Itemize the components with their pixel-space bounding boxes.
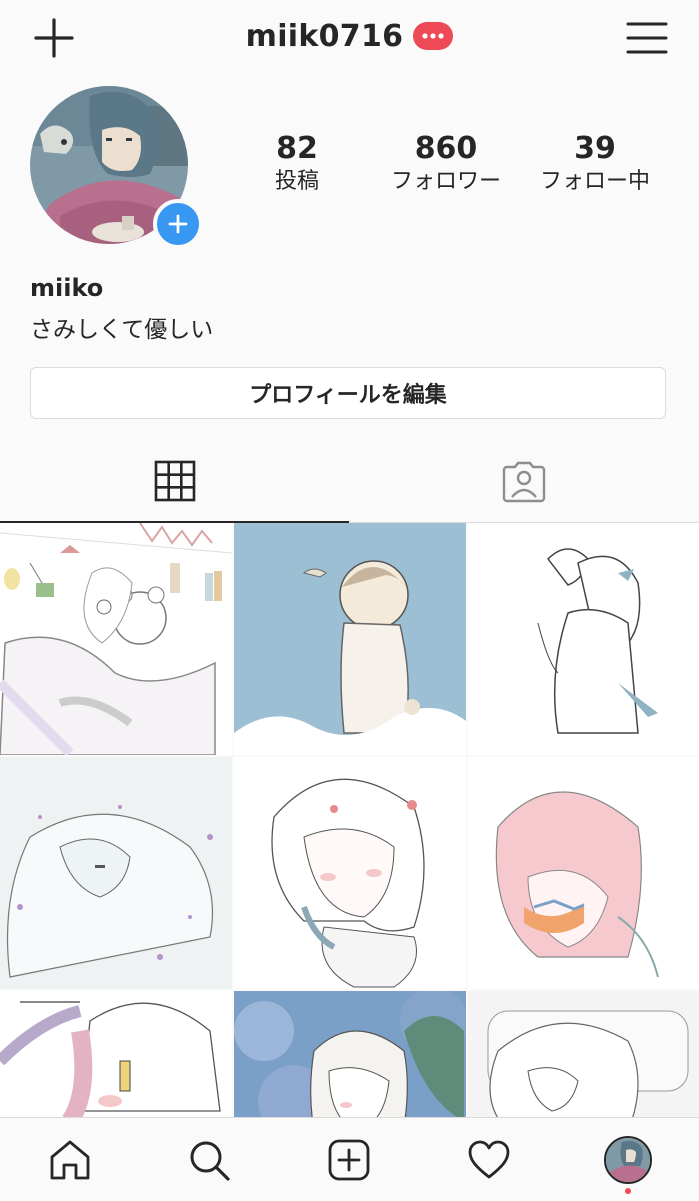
grid-post[interactable]: [234, 523, 466, 755]
nav-new-post[interactable]: [319, 1130, 379, 1190]
grid-post[interactable]: [234, 991, 466, 1118]
plus-icon: [168, 214, 188, 234]
grid-post[interactable]: [468, 523, 699, 755]
nav-profile[interactable]: [598, 1130, 658, 1194]
more-dots-icon: [422, 33, 444, 39]
profile-avatar-wrap[interactable]: [30, 86, 203, 249]
post-thumbnail: [0, 523, 232, 755]
stat-followers-value: 860: [414, 131, 478, 166]
grid-icon: [154, 460, 195, 502]
tagged-person-icon: [502, 461, 545, 503]
post-thumbnail: [234, 991, 466, 1118]
grid-post[interactable]: [0, 757, 232, 989]
profile-tabs: [0, 440, 699, 523]
avatar-mini: [606, 1138, 650, 1182]
grid-post[interactable]: [234, 757, 466, 989]
add-story-button[interactable]: [153, 199, 203, 249]
nav-search[interactable]: [179, 1130, 239, 1190]
stat-followers[interactable]: 860 フォロワー: [371, 130, 521, 196]
tab-grid[interactable]: [0, 440, 349, 523]
stat-followers-label: フォロワー: [390, 169, 501, 194]
notification-badge: [413, 22, 454, 50]
account-switcher[interactable]: miik0716: [0, 16, 699, 56]
edit-profile-button[interactable]: プロフィールを編集: [30, 367, 666, 419]
profile-notification-dot: [625, 1188, 631, 1194]
tab-tagged[interactable]: [349, 440, 698, 522]
stat-posts-value: 82: [276, 131, 318, 166]
post-thumbnail: [468, 523, 699, 755]
nav-home[interactable]: [40, 1130, 100, 1190]
stat-following-label: フォロー中: [539, 169, 650, 194]
grid-post[interactable]: [0, 991, 232, 1118]
profile-avatar-icon: [604, 1136, 652, 1184]
grid-post[interactable]: [468, 757, 699, 989]
new-post-icon: [328, 1139, 370, 1181]
profile-bio: さみしくて優しい: [30, 317, 214, 343]
stat-following[interactable]: 39 フォロー中: [520, 130, 670, 196]
heart-icon: [468, 1140, 510, 1179]
home-icon: [50, 1140, 90, 1180]
stat-posts-label: 投稿: [274, 169, 319, 194]
hamburger-menu-icon: [626, 22, 668, 54]
stat-posts[interactable]: 82 投稿: [222, 130, 372, 196]
post-thumbnail: [234, 523, 466, 755]
search-icon: [190, 1141, 230, 1181]
stat-following-value: 39: [574, 131, 616, 166]
bottom-nav: [0, 1117, 699, 1201]
top-bar: miik0716: [0, 0, 699, 76]
grid-post[interactable]: [468, 991, 699, 1118]
post-thumbnail: [468, 757, 699, 989]
post-thumbnail: [0, 991, 232, 1118]
profile-name: miiko: [30, 274, 104, 302]
grid-post[interactable]: [0, 523, 232, 755]
posts-grid: [0, 523, 699, 1118]
menu-button[interactable]: [622, 14, 672, 62]
post-thumbnail: [468, 991, 699, 1118]
post-thumbnail: [234, 757, 466, 989]
nav-activity[interactable]: [459, 1130, 519, 1190]
post-thumbnail: [0, 757, 232, 989]
header-username: miik0716: [245, 18, 404, 54]
